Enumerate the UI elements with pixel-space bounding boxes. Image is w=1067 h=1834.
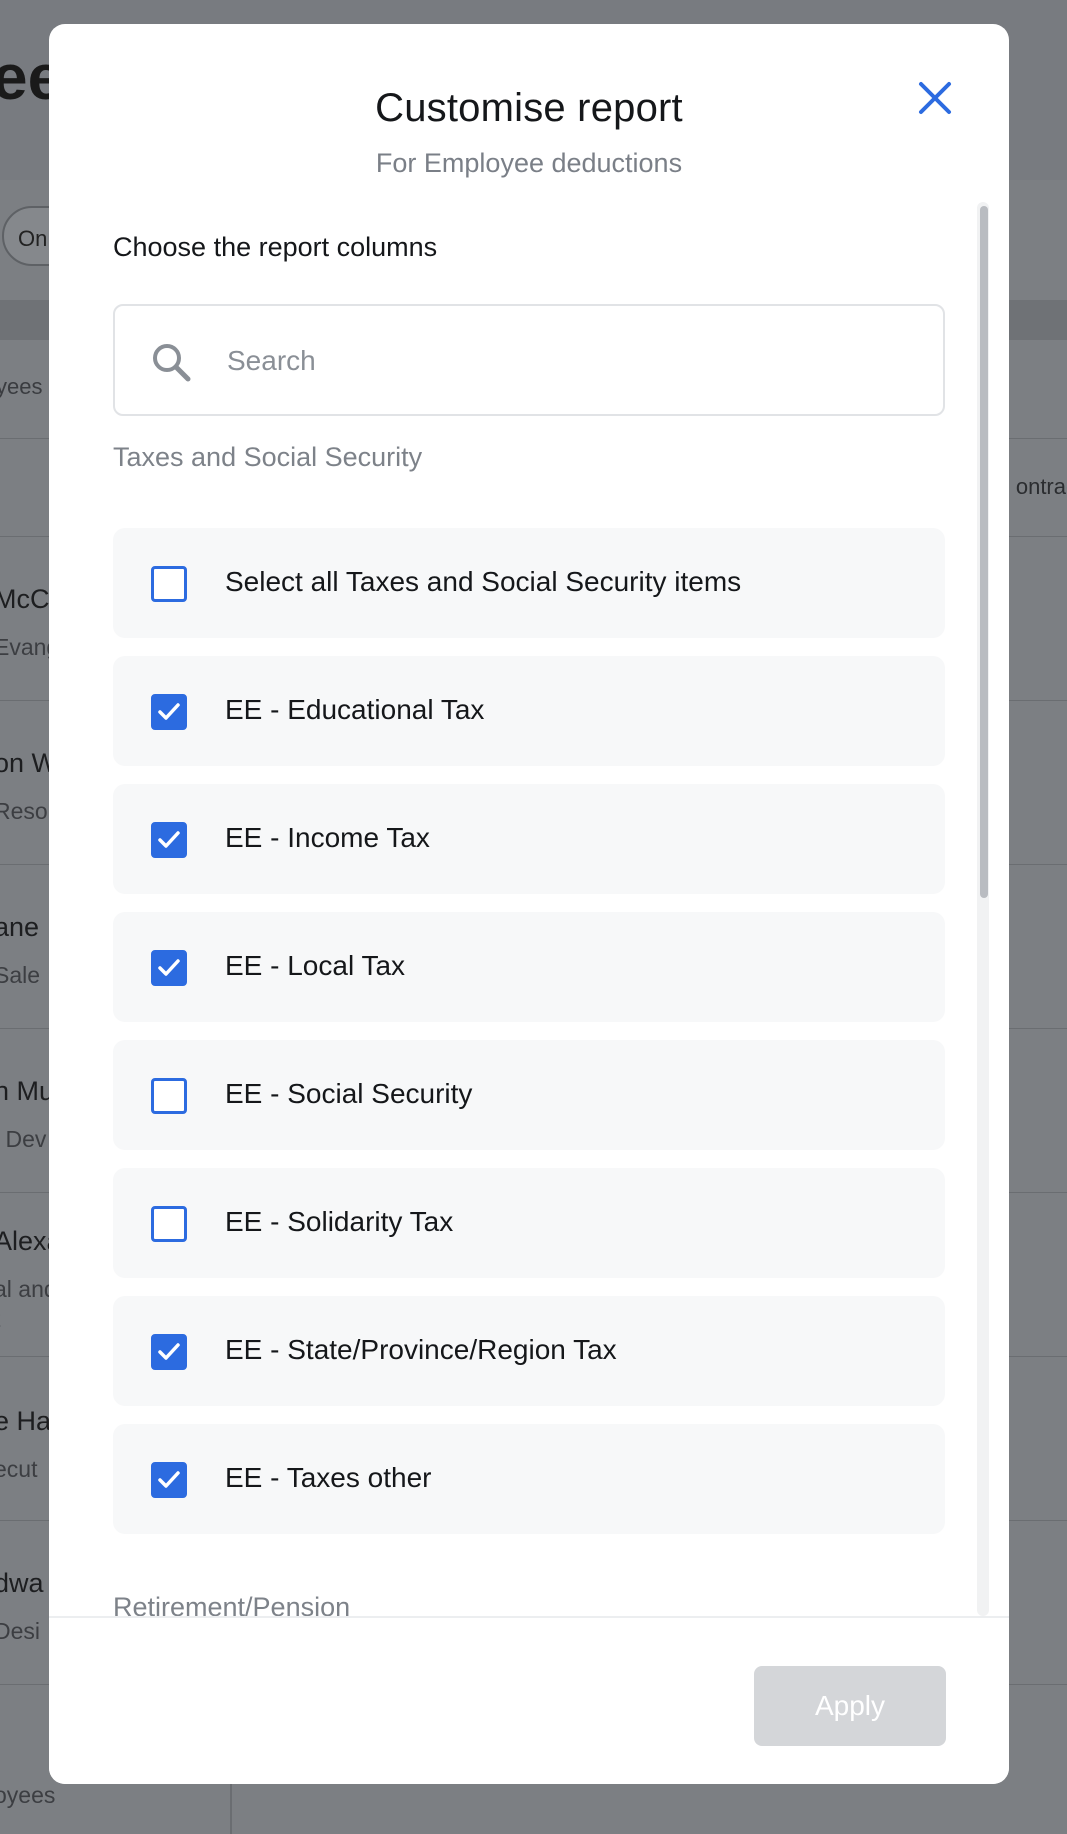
checkbox-unchecked[interactable]	[151, 1078, 187, 1114]
search-input[interactable]	[225, 330, 919, 392]
background-row-sub: Reso	[0, 798, 48, 824]
checkbox-unchecked[interactable]	[151, 566, 187, 602]
background-row-sub: Sale	[0, 962, 41, 988]
dialog-subtitle: For Employee deductions	[375, 148, 683, 178]
background-footer-label: oyees	[0, 1782, 56, 1808]
option-label: Select all Taxes and Social Security ite…	[225, 566, 742, 597]
dialog-title: Customise report	[375, 86, 683, 130]
option-label: EE - Solidarity Tax	[225, 1206, 454, 1237]
checkbox-checked[interactable]	[151, 694, 187, 730]
checkbox-checked[interactable]	[151, 1462, 187, 1498]
checkmark-icon	[158, 831, 180, 848]
background-column-label: yees	[0, 374, 43, 399]
option-label: EE - Social Security	[225, 1078, 473, 1109]
option-educational-tax[interactable]: EE - Educational Tax	[113, 656, 945, 766]
search-icon	[153, 344, 191, 382]
dialog-footer: Apply	[49, 1616, 1009, 1784]
customise-report-dialog: Customise report For Employee deductions…	[49, 24, 1009, 1784]
background-filter-pill-label: On	[18, 226, 48, 251]
option-local-tax[interactable]: EE - Local Tax	[113, 912, 945, 1022]
apply-button[interactable]: Apply	[754, 1666, 946, 1746]
checkmark-icon	[158, 1471, 180, 1488]
option-taxes-other[interactable]: EE - Taxes other	[113, 1424, 945, 1534]
option-social-security[interactable]: EE - Social Security	[113, 1040, 945, 1150]
option-income-tax[interactable]: EE - Income Tax	[113, 784, 945, 894]
checkmark-icon	[158, 959, 180, 976]
background-row-name: dwa	[0, 1568, 44, 1598]
background-row-name: ane I	[0, 912, 55, 942]
background-row-name: n Mu	[0, 1076, 55, 1106]
option-label: EE - Local Tax	[225, 950, 406, 981]
columns-prompt: Choose the report columns	[113, 232, 438, 262]
background-row-sub: Desi	[0, 1618, 41, 1644]
checkmark-icon	[158, 703, 180, 720]
option-label: EE - State/Province/Region Tax	[225, 1334, 617, 1365]
background-row-name: McC	[0, 584, 50, 614]
option-select-all-taxes[interactable]: Select all Taxes and Social Security ite…	[113, 528, 945, 638]
option-label: EE - Educational Tax	[225, 694, 485, 725]
checkbox-checked[interactable]	[151, 950, 187, 986]
background-row-sub: l Dev	[0, 1126, 47, 1152]
close-button[interactable]	[903, 66, 967, 130]
checkbox-checked[interactable]	[151, 822, 187, 858]
checkbox-unchecked[interactable]	[151, 1206, 187, 1242]
group-label-retirement: Retirement/Pension	[113, 1592, 351, 1616]
checkbox-checked[interactable]	[151, 1334, 187, 1370]
option-label: EE - Taxes other	[225, 1462, 432, 1493]
checkmark-icon	[158, 1343, 180, 1360]
background-row-name: e Ha	[0, 1406, 52, 1436]
background-row-sub: ecut	[0, 1456, 38, 1482]
columns-scroll-area: Choose the report columns Taxes and Soci…	[49, 204, 1009, 1616]
search-field[interactable]	[113, 304, 945, 416]
group-label-taxes: Taxes and Social Security	[113, 442, 423, 472]
option-solidarity-tax[interactable]: EE - Solidarity Tax	[113, 1168, 945, 1278]
option-state-province-region-tax[interactable]: EE - State/Province/Region Tax	[113, 1296, 945, 1406]
option-label: EE - Income Tax	[225, 822, 430, 853]
close-icon	[919, 82, 951, 114]
